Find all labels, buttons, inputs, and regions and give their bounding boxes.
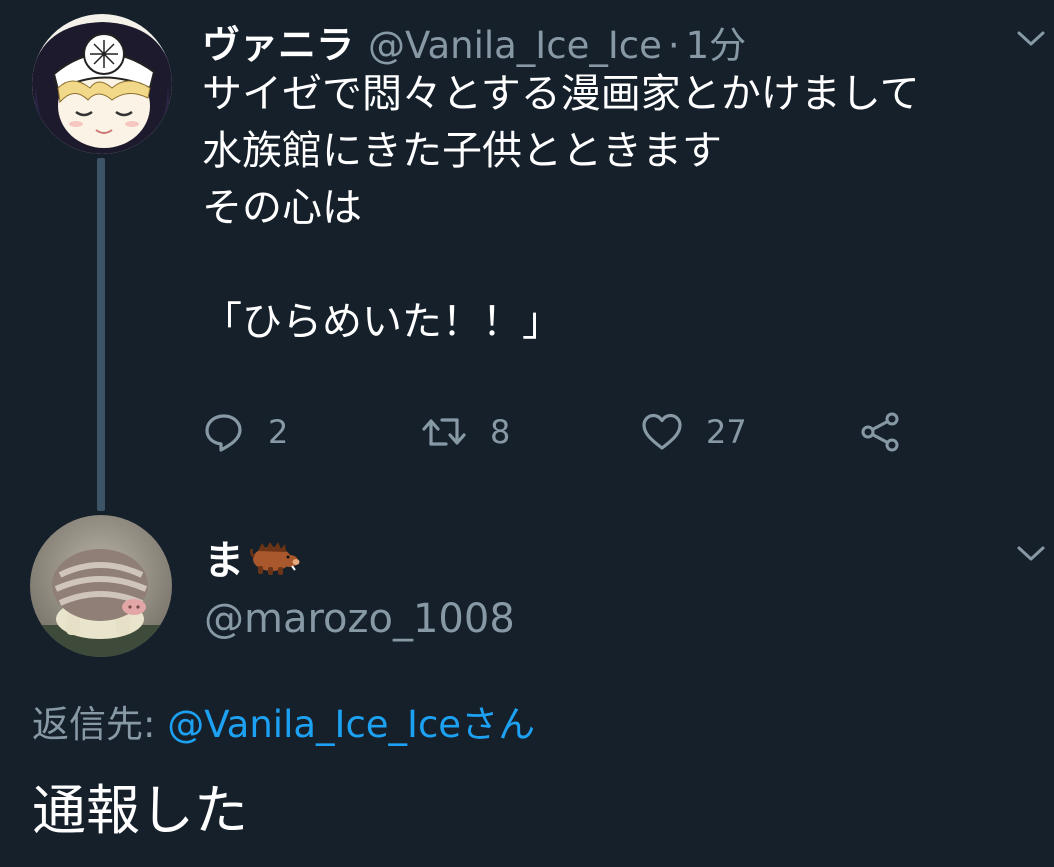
replying-to: 返信先: @Vanila_Ice_Iceさん xyxy=(32,694,535,748)
replying-to-label: 返信先: xyxy=(32,703,168,746)
share-button[interactable] xyxy=(858,405,902,459)
reply-count: 2 xyxy=(268,413,289,451)
tweet-line xyxy=(202,237,1032,294)
boar-emoji xyxy=(248,533,300,581)
tweet-line: 「ひらめいた！！」 xyxy=(202,299,562,345)
chevron-down-icon[interactable] xyxy=(1016,30,1046,48)
reply-header: ま xyxy=(204,530,300,584)
display-name[interactable]: ま xyxy=(204,528,244,586)
user-handle[interactable]: @Vanila_Ice_Ice xyxy=(368,24,662,67)
reply-button[interactable]: 2 xyxy=(202,405,288,459)
retweet-button[interactable]: 8 xyxy=(420,405,510,459)
thread-line xyxy=(97,158,105,511)
timeline: ヴァニラ @Vanila_Ice_Ice · 1分 サイゼで悶々とする漫画家とか… xyxy=(0,0,1054,867)
tweet-timestamp[interactable]: 1分 xyxy=(686,15,747,69)
retweet-icon xyxy=(420,410,468,454)
reply-body: 通報した xyxy=(32,779,248,842)
mention-link[interactable]: @Vanila_Ice_Iceさん xyxy=(167,703,535,746)
tweet-line: サイゼで悶々とする漫画家とかけまして xyxy=(202,71,920,117)
tweet-line: その心は xyxy=(202,185,362,231)
avatar[interactable] xyxy=(32,14,172,154)
user-handle[interactable]: @marozo_1008 xyxy=(204,596,515,642)
retweet-count: 8 xyxy=(490,413,511,451)
display-name[interactable]: ヴァニラ xyxy=(202,14,354,69)
tweet-header: ヴァニラ @Vanila_Ice_Ice · 1分 xyxy=(202,14,746,67)
chevron-down-icon[interactable] xyxy=(1016,545,1046,563)
tweet-body: サイゼで悶々とする漫画家とかけまして 水族館にきた子供とときます その心は 「ひ… xyxy=(202,66,1032,351)
share-icon xyxy=(858,410,902,454)
like-button[interactable]: 27 xyxy=(640,405,747,459)
avatar[interactable] xyxy=(30,515,172,657)
separator-dot: · xyxy=(667,24,680,67)
like-count: 27 xyxy=(706,413,747,451)
reply-icon xyxy=(202,410,246,454)
heart-icon xyxy=(640,410,684,454)
tweet-line: 水族館にきた子供とときます xyxy=(202,128,722,174)
